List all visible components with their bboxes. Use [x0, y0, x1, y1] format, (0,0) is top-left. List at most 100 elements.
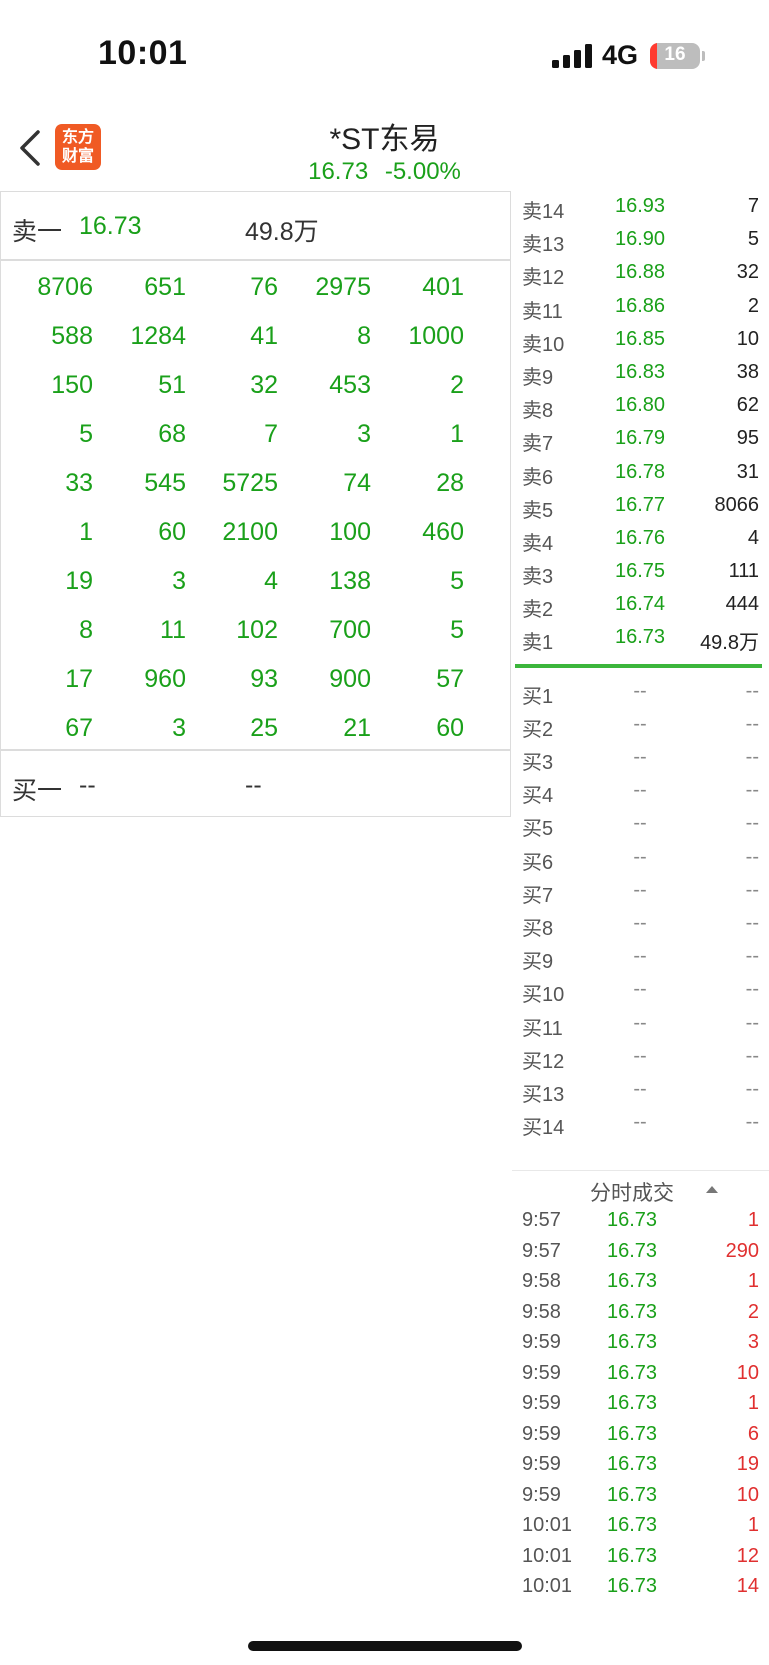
ask-row[interactable]: 卖7 16.79 95: [512, 423, 769, 456]
ask-label: 卖9: [522, 366, 554, 389]
tick-volume: 1: [747, 1392, 759, 1414]
caret-up-icon: [706, 1186, 718, 1193]
ask-row[interactable]: 卖9 16.83 38: [512, 357, 769, 390]
ask-row[interactable]: 卖12 16.88 32: [512, 257, 769, 290]
bid-price: --: [633, 1044, 647, 1067]
bid-row[interactable]: 买12 -- --: [512, 1041, 769, 1074]
tick-volume: 290: [725, 1239, 759, 1262]
ask-row[interactable]: 卖10 16.85 10: [512, 324, 769, 357]
queue-cell: 900: [329, 665, 371, 693]
bid-row[interactable]: 买11 -- --: [512, 1008, 769, 1041]
bid-volume: --: [745, 679, 759, 702]
queue-cell: 102: [236, 616, 278, 644]
current-price: 16.73: [308, 158, 369, 185]
bid-row[interactable]: 买9 -- --: [512, 941, 769, 974]
bid-row[interactable]: 买8 -- --: [512, 908, 769, 941]
ask-row[interactable]: 卖3 16.75 111: [512, 556, 769, 589]
bid-price: --: [633, 1111, 647, 1134]
bid-row[interactable]: 买5 -- --: [512, 808, 769, 841]
tick-volume: 10: [736, 1361, 759, 1384]
bid-row[interactable]: 买4 -- --: [512, 775, 769, 808]
bid-price: --: [633, 779, 647, 802]
ask-row[interactable]: 卖8 16.80 62: [512, 390, 769, 423]
bid-label: 买4: [522, 785, 554, 808]
bid-price: --: [633, 1011, 647, 1034]
tick-row: 10:01 16.73 12: [512, 1543, 769, 1574]
tick-row: 9:57 16.73 290: [512, 1238, 769, 1269]
queue-cell: 100: [329, 518, 371, 546]
tick-volume: 2: [747, 1300, 759, 1323]
change-percent: -5.00%: [384, 158, 461, 185]
queue-row: 588 1284 41 8 1000: [1, 310, 510, 359]
tick-price: 16.73: [606, 1422, 658, 1445]
bid-price: --: [633, 911, 647, 934]
bid-row[interactable]: 买2 -- --: [512, 709, 769, 742]
ticks-header[interactable]: 分时成交: [512, 1170, 769, 1207]
bid-price: --: [633, 712, 647, 735]
ask-row[interactable]: 卖4 16.76 4: [512, 523, 769, 556]
ask-row[interactable]: 卖6 16.78 31: [512, 457, 769, 490]
home-indicator[interactable]: [248, 1641, 522, 1651]
queue-cell: 401: [422, 273, 464, 301]
bid-one-summary[interactable]: 买一 -- --: [1, 749, 510, 818]
bid-price: --: [633, 945, 647, 968]
queue-grid: 8706 651 76 2975 401 588 1284 41 8 1000 150 51 32 453…: [1, 261, 510, 751]
tick-time: 9:57: [522, 1239, 561, 1262]
bid-row[interactable]: 买10 -- --: [512, 974, 769, 1007]
bid-volume: --: [745, 1111, 759, 1134]
ask-price: 16.93: [614, 195, 666, 217]
ask-row[interactable]: 卖5 16.77 8066: [512, 490, 769, 523]
tick-volume: 3: [747, 1331, 759, 1353]
bid-row[interactable]: 买14 -- --: [512, 1107, 769, 1140]
network-type: 4G: [602, 40, 639, 70]
ask-one-summary[interactable]: 卖一 16.73 49.8万: [1, 192, 510, 261]
bid-label: 买11: [522, 1017, 563, 1040]
tick-price: 16.73: [606, 1300, 658, 1323]
queue-cell: 588: [51, 322, 93, 350]
tick-price: 16.73: [606, 1361, 658, 1384]
bid-row[interactable]: 买13 -- --: [512, 1074, 769, 1107]
queue-cell: 5725: [222, 469, 278, 497]
queue-cell: 1: [450, 420, 464, 448]
bid-volume: --: [745, 1077, 759, 1100]
queue-cell: 7: [264, 420, 278, 448]
bid-price: --: [633, 1077, 647, 1100]
order-book: 卖14 16.93 7 卖13 16.90 5 卖12 16.88 32 卖11 16.86 2 卖10…: [512, 191, 769, 1140]
ask-row[interactable]: 卖11 16.86 2: [512, 291, 769, 324]
bid-price: --: [633, 679, 647, 702]
ask-price: 16.86: [614, 294, 666, 317]
tick-volume: 12: [736, 1544, 759, 1567]
ask-label: 卖1: [522, 632, 554, 655]
ask-row[interactable]: 卖1 16.73 49.8万: [512, 622, 769, 655]
bid-row[interactable]: 买7 -- --: [512, 875, 769, 908]
order-queue-panel: 卖一 16.73 49.8万 8706 651 76 2975 401 588 1284 41…: [0, 191, 511, 817]
queue-row: 19 3 4 138 5: [1, 555, 510, 604]
queue-cell: 3: [172, 567, 186, 595]
tick-time: 9:59: [522, 1483, 561, 1506]
queue-cell: 150: [51, 371, 93, 399]
bid-row[interactable]: 买6 -- --: [512, 842, 769, 875]
ask-label: 卖5: [522, 499, 554, 522]
queue-row: 5 68 7 3 1: [1, 408, 510, 457]
queue-cell: 60: [158, 518, 186, 546]
ask-price: 16.80: [614, 394, 666, 417]
bid-one-price: --: [79, 771, 96, 799]
ask-price: 16.73: [614, 626, 666, 649]
queue-cell: 2100: [222, 518, 278, 546]
ask-row[interactable]: 卖2 16.74 444: [512, 589, 769, 622]
tick-volume: 19: [736, 1453, 759, 1475]
bid-one-volume: --: [245, 771, 262, 799]
ticks-list: 9:57 16.73 1 9:57 16.73 290 9:58 16.73 1 9:58 16.7…: [512, 1207, 769, 1604]
tick-time: 9:58: [522, 1300, 561, 1323]
ask-row[interactable]: 卖13 16.90 5: [512, 224, 769, 257]
tick-price: 16.73: [606, 1270, 658, 1292]
ask-label: 卖6: [522, 466, 554, 489]
bid-row[interactable]: 买1 -- --: [512, 676, 769, 709]
battery-icon: 16: [650, 43, 700, 69]
tick-price: 16.73: [606, 1392, 658, 1414]
ask-volume: 10: [736, 327, 759, 350]
bid-volume: --: [745, 1044, 759, 1067]
ask-row[interactable]: 卖14 16.93 7: [512, 191, 769, 224]
bid-row[interactable]: 买3 -- --: [512, 742, 769, 775]
ask-label: 卖7: [522, 433, 554, 456]
